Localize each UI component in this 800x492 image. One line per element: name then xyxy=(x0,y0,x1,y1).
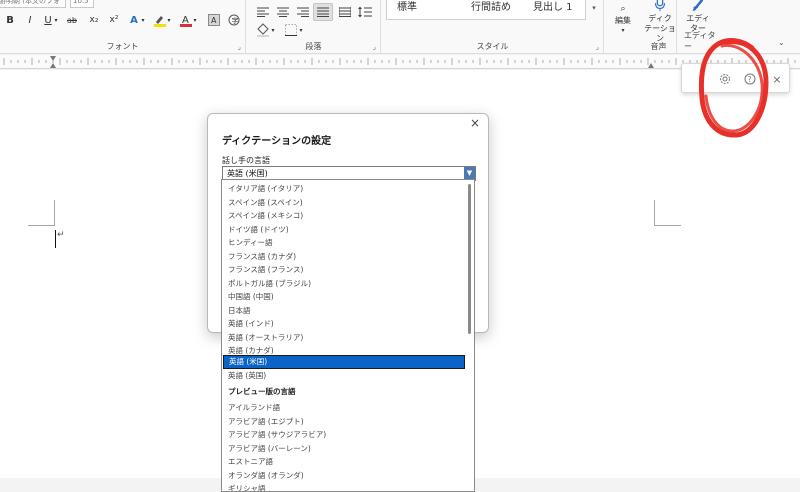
dialog-title: ディクテーションの設定 xyxy=(222,136,332,147)
language-list-item[interactable]: スペイン語 (スペイン) xyxy=(228,196,303,209)
style-gallery: 標準 行間詰め 見出し 1 xyxy=(386,0,586,20)
language-item-selected[interactable]: 英語 (米国) xyxy=(223,355,465,369)
strikethrough-button[interactable]: ab xyxy=(64,12,80,28)
crop-mark-right-horizontal xyxy=(654,225,681,226)
voice-group-label: 音声 xyxy=(650,42,667,51)
language-list-item[interactable]: オランダ語 (オランダ) xyxy=(228,469,304,482)
distributed-button[interactable] xyxy=(337,4,353,20)
style-heading-1[interactable]: 見出し 1 xyxy=(533,0,573,13)
style-group: 標準 行間詰め 見出し 1 ▾ スタイル ⌟ xyxy=(382,0,604,54)
voice-group: ディク テーション 音声 xyxy=(641,0,677,54)
paragraph-group: ▾ ▾ 段落 ⌟ xyxy=(247,0,381,54)
language-item-selected-label: 英語 (米国) xyxy=(229,357,268,366)
language-list-item[interactable]: アラビア語 (エジプト) xyxy=(228,415,304,428)
horizontal-ruler xyxy=(0,55,800,69)
enclosed-character-icon[interactable]: 字 xyxy=(226,12,242,28)
spoken-language-label: 話し手の言語 xyxy=(222,156,270,165)
dialog-close-button[interactable]: × xyxy=(468,116,482,130)
language-list-item[interactable]: ドイツ語 (ドイツ) xyxy=(228,223,289,236)
style-dialog-launcher-icon[interactable]: ⌟ xyxy=(596,43,599,51)
style-no-spacing[interactable]: 行間詰め xyxy=(471,0,511,13)
ruler-ticks xyxy=(3,56,796,68)
indent-marker-right xyxy=(648,63,654,68)
microphone-icon xyxy=(655,0,665,12)
language-list-item[interactable]: エストニア語 xyxy=(228,455,273,468)
language-list-item[interactable]: ポルトガル語 (ブラジル) xyxy=(228,277,311,290)
justify-button[interactable] xyxy=(313,3,333,21)
language-list-item[interactable]: アラビア語 (サウジアラビア) xyxy=(228,428,326,441)
italic-button[interactable]: I xyxy=(22,12,38,28)
crop-mark-left-horizontal xyxy=(28,225,55,226)
highlight-dropdown-icon[interactable]: ▾ xyxy=(165,12,173,28)
editor-pen-icon xyxy=(692,0,704,12)
font-color-dropdown-icon[interactable]: ▾ xyxy=(191,12,199,28)
language-list-item[interactable]: 英語 (オーストラリア) xyxy=(228,331,303,344)
language-list-item[interactable]: アイルランド語 xyxy=(228,401,280,414)
font-group-label: フォント xyxy=(106,42,139,51)
text-effects-dropdown-icon[interactable]: ▾ xyxy=(139,12,147,28)
svg-text:A: A xyxy=(211,16,217,25)
superscript-button[interactable]: x² xyxy=(106,12,122,28)
preview-languages-header: プレビュー版の言語 xyxy=(228,387,296,396)
language-list-item[interactable]: フランス語 (フランス) xyxy=(228,263,303,276)
style-gallery-scroll-button[interactable]: ▾ xyxy=(588,0,600,20)
bold-button[interactable]: B xyxy=(2,12,18,28)
underline-dropdown-icon[interactable]: ▾ xyxy=(52,12,60,28)
editor-button[interactable]: エディ ター xyxy=(682,0,714,34)
paragraph-group-label: 段落 xyxy=(305,42,322,51)
style-normal[interactable]: 標準 xyxy=(397,0,417,13)
collapse-ribbon-chevron-icon[interactable]: ⌄ xyxy=(778,38,785,47)
edit-group: ⌕ 編集 ▾ xyxy=(605,0,641,54)
paragraph-mark-icon: ↵ xyxy=(57,230,65,240)
font-name-box[interactable]: 游明朝 (本文のフォント) xyxy=(0,0,66,8)
align-left-button[interactable] xyxy=(255,4,271,20)
edit-button[interactable]: ⌕ 編集 ▾ xyxy=(609,4,637,36)
svg-text:字: 字 xyxy=(232,16,239,25)
paragraph-dialog-launcher-icon[interactable]: ⌟ xyxy=(373,43,376,51)
shading-dropdown-icon[interactable]: ▾ xyxy=(269,22,277,38)
dropdown-scrollbar[interactable] xyxy=(468,184,471,334)
subscript-button[interactable]: x₂ xyxy=(86,12,102,28)
language-list-item[interactable]: アラビア語 (バーレーン) xyxy=(228,442,311,455)
font-size-box[interactable]: 10.5 xyxy=(70,0,94,8)
align-right-button[interactable] xyxy=(295,4,311,20)
language-list-item[interactable]: イタリア語 (イタリア) xyxy=(228,182,303,195)
language-list-item[interactable]: 日本語 xyxy=(228,304,251,317)
character-shading-icon[interactable]: A xyxy=(206,12,222,28)
ribbon: 游明朝 (本文のフォント) 10.5 B I U ▾ ab x₂ x² A ▾ … xyxy=(0,0,800,54)
line-spacing-button[interactable] xyxy=(357,4,377,20)
crop-mark-right-vertical xyxy=(654,200,655,226)
language-list-item[interactable]: 英語 (インド) xyxy=(228,317,274,330)
edit-dropdown-icon: ▾ xyxy=(621,27,625,34)
borders-dropdown-icon[interactable]: ▾ xyxy=(297,22,305,38)
spoken-language-value: 英語 (米国) xyxy=(227,169,268,178)
editor-label-line1: エディ xyxy=(686,14,710,23)
edit-icon: ⌕ xyxy=(620,4,626,14)
language-dropdown-list[interactable]: イタリア語 (イタリア) スペイン語 (スペイン) スペイン語 (メキシコ) ドイツ語… xyxy=(221,179,475,492)
align-center-button[interactable] xyxy=(275,4,291,20)
language-list-item[interactable]: フランス語 (カナダ) xyxy=(228,250,296,263)
language-list-item[interactable]: 中国語 (中国) xyxy=(228,290,274,303)
language-list-item[interactable]: ヒンディー語 xyxy=(228,236,272,249)
language-list-item[interactable]: スペイン語 (メキシコ) xyxy=(228,209,303,222)
language-list-item[interactable]: 英語 (英国) xyxy=(228,369,266,382)
red-annotation-circle xyxy=(698,38,769,138)
language-list-item[interactable]: ギリシャ語 xyxy=(228,482,266,491)
font-group: 游明朝 (本文のフォント) 10.5 B I U ▾ ab x₂ x² A ▾ … xyxy=(0,0,246,54)
style-group-label: スタイル xyxy=(476,42,509,51)
font-dialog-launcher-icon[interactable]: ⌟ xyxy=(238,43,241,51)
dictation-label-line1: ディク xyxy=(648,14,672,23)
crop-mark-left-vertical xyxy=(54,200,55,226)
edit-label: 編集 xyxy=(615,16,631,25)
dictation-button[interactable]: ディク テーション xyxy=(643,0,677,44)
text-cursor xyxy=(55,230,56,248)
